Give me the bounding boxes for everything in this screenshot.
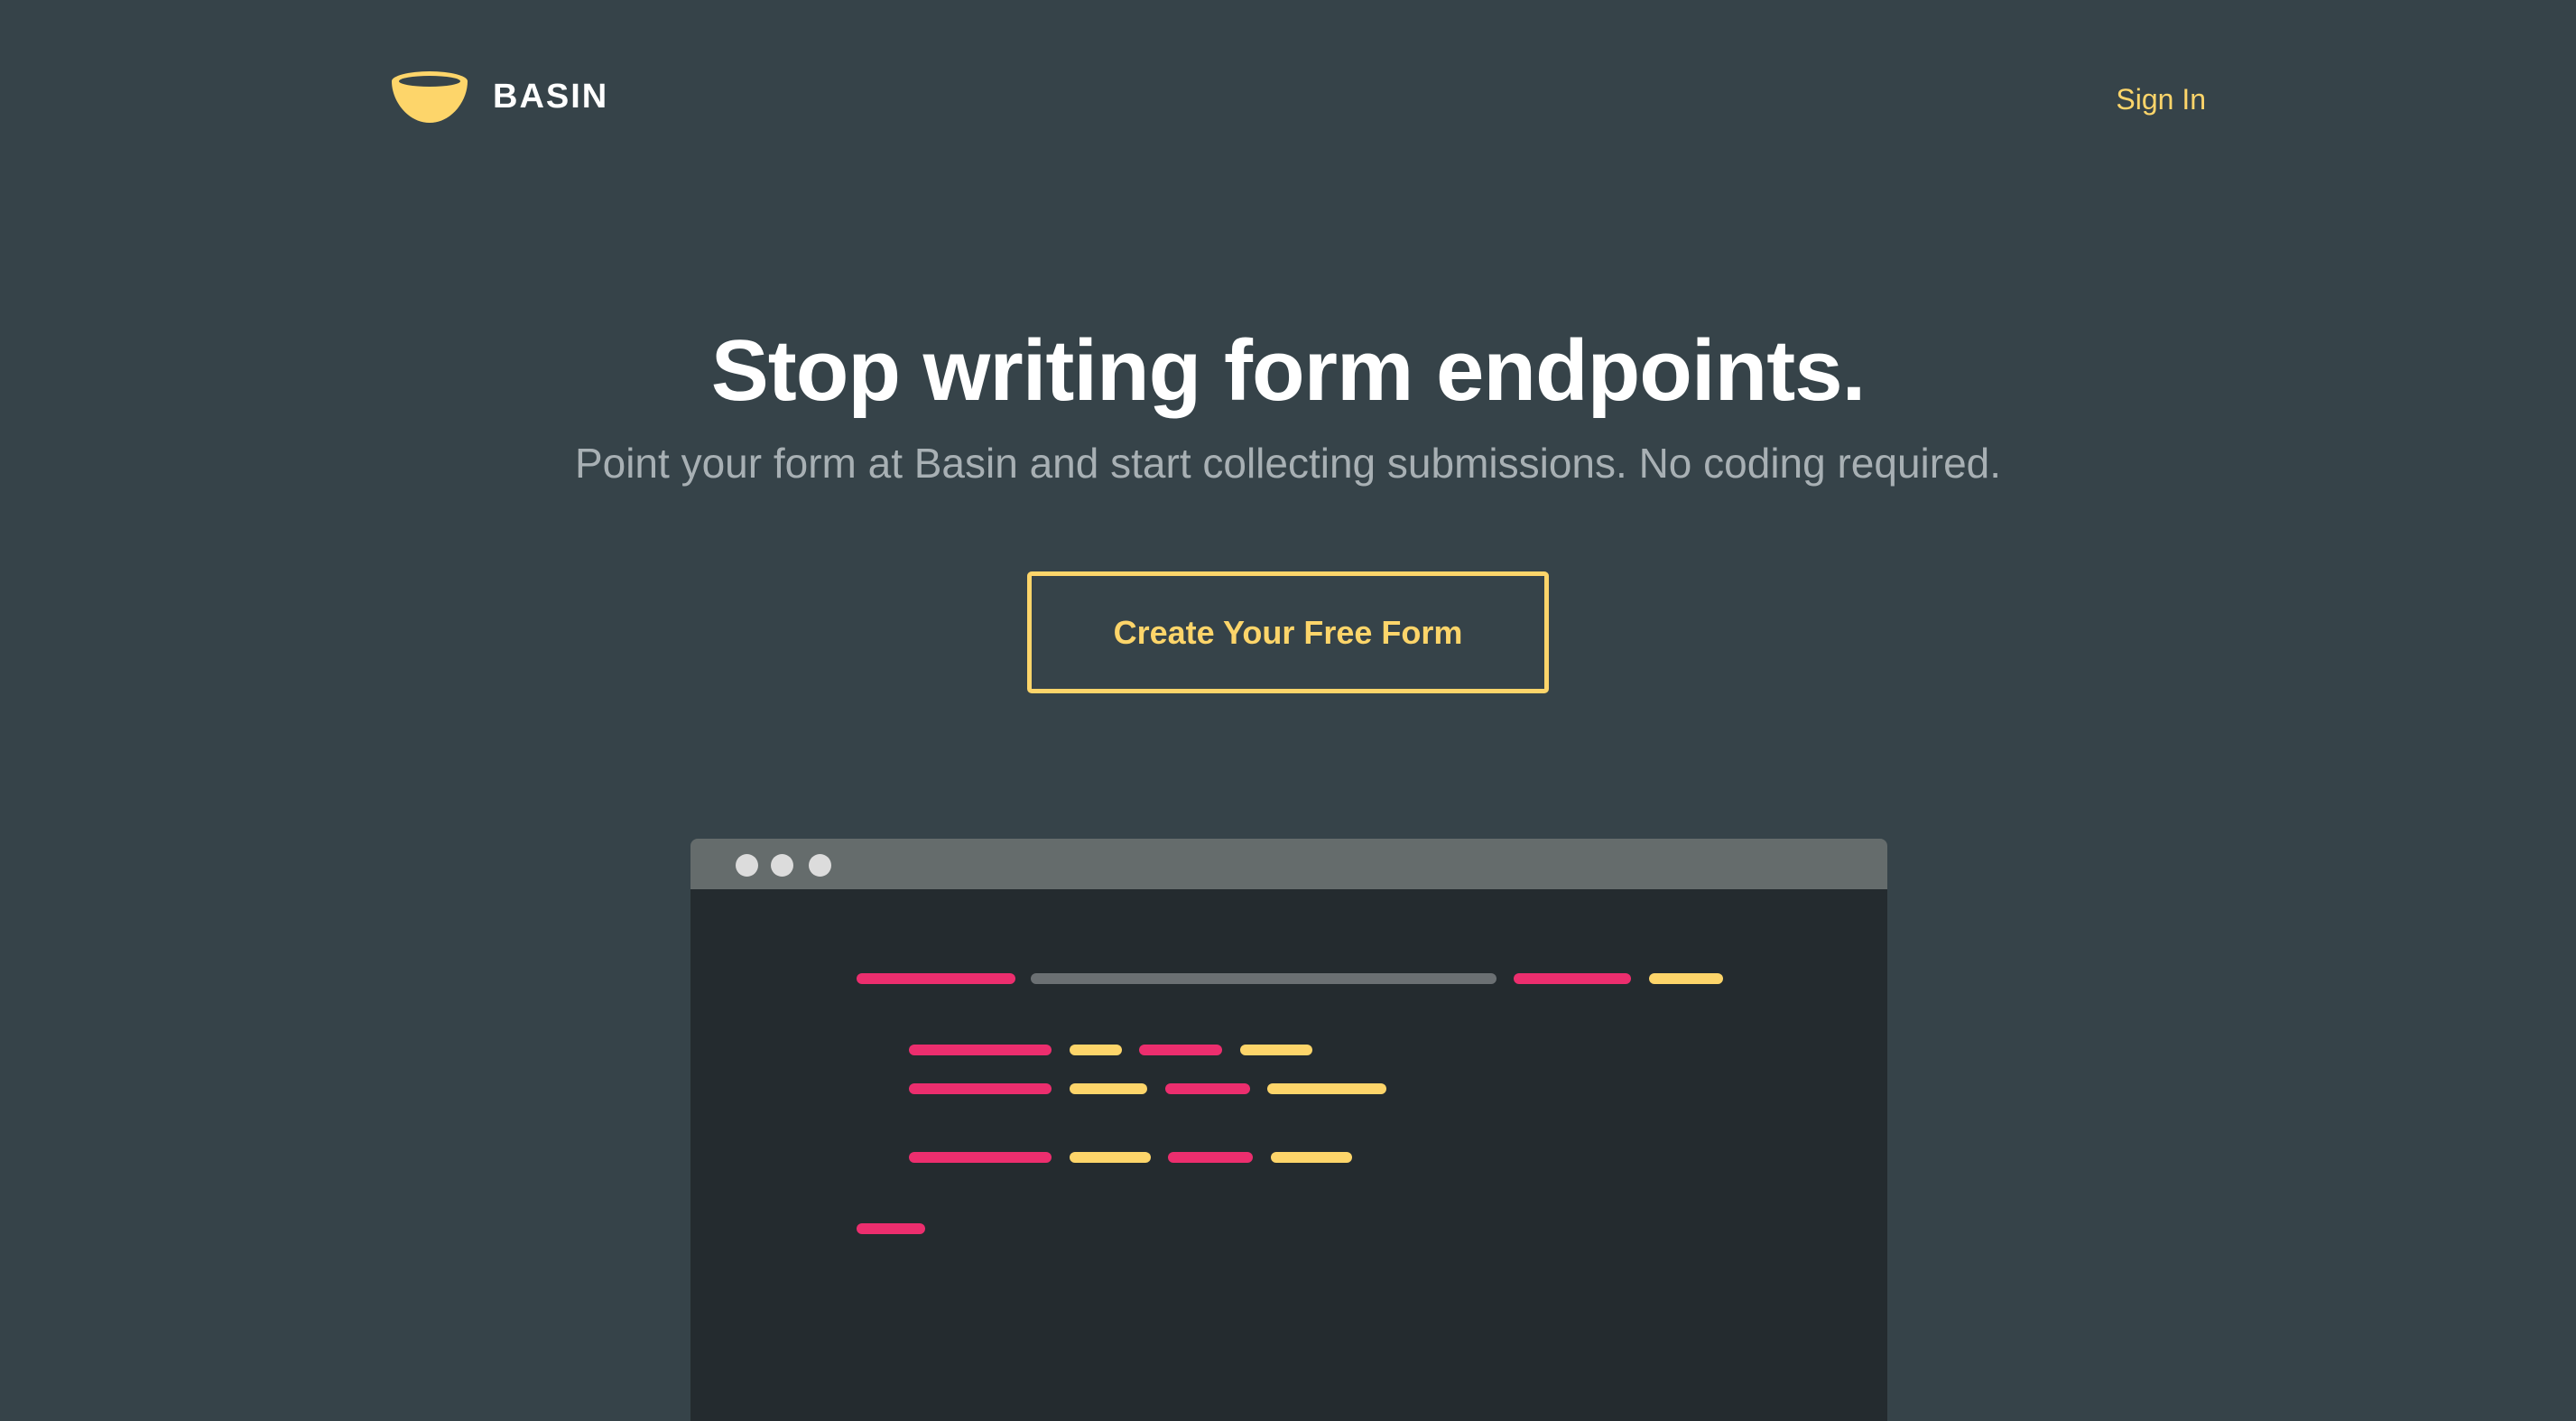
create-free-form-button[interactable]: Create Your Free Form [1027, 571, 1549, 693]
sign-in-link[interactable]: Sign In [2116, 83, 2206, 116]
code-token [1070, 1045, 1122, 1055]
code-token [1271, 1152, 1352, 1163]
brand-logo-link[interactable]: BASIN [390, 69, 608, 125]
code-token [1168, 1152, 1253, 1163]
code-token [1070, 1083, 1147, 1094]
code-token [857, 1223, 925, 1234]
hero-subtitle: Point your form at Basin and start colle… [574, 440, 2002, 487]
code-token [1070, 1152, 1151, 1163]
code-token [1165, 1083, 1250, 1094]
code-editor-illustration [690, 839, 1887, 1421]
window-dot-icon [736, 854, 758, 877]
code-token [909, 1045, 1052, 1055]
code-token [1514, 973, 1631, 984]
editor-body [690, 889, 1887, 1421]
code-token [1649, 973, 1723, 984]
brand-name: BASIN [493, 77, 609, 116]
code-token [857, 973, 1015, 984]
code-token [1031, 973, 1496, 984]
code-token [909, 1152, 1052, 1163]
window-dot-icon [771, 854, 793, 877]
code-token [1139, 1045, 1222, 1055]
bowl-icon [392, 71, 468, 123]
code-token [1267, 1083, 1386, 1094]
hero-title: Stop writing form endpoints. [710, 322, 1867, 419]
editor-title-bar [690, 839, 1887, 889]
landing-page: BASIN Sign In Stop writing form endpoint… [0, 0, 2576, 1421]
window-dot-icon [809, 854, 831, 877]
code-token [909, 1083, 1052, 1094]
code-token [1240, 1045, 1312, 1055]
